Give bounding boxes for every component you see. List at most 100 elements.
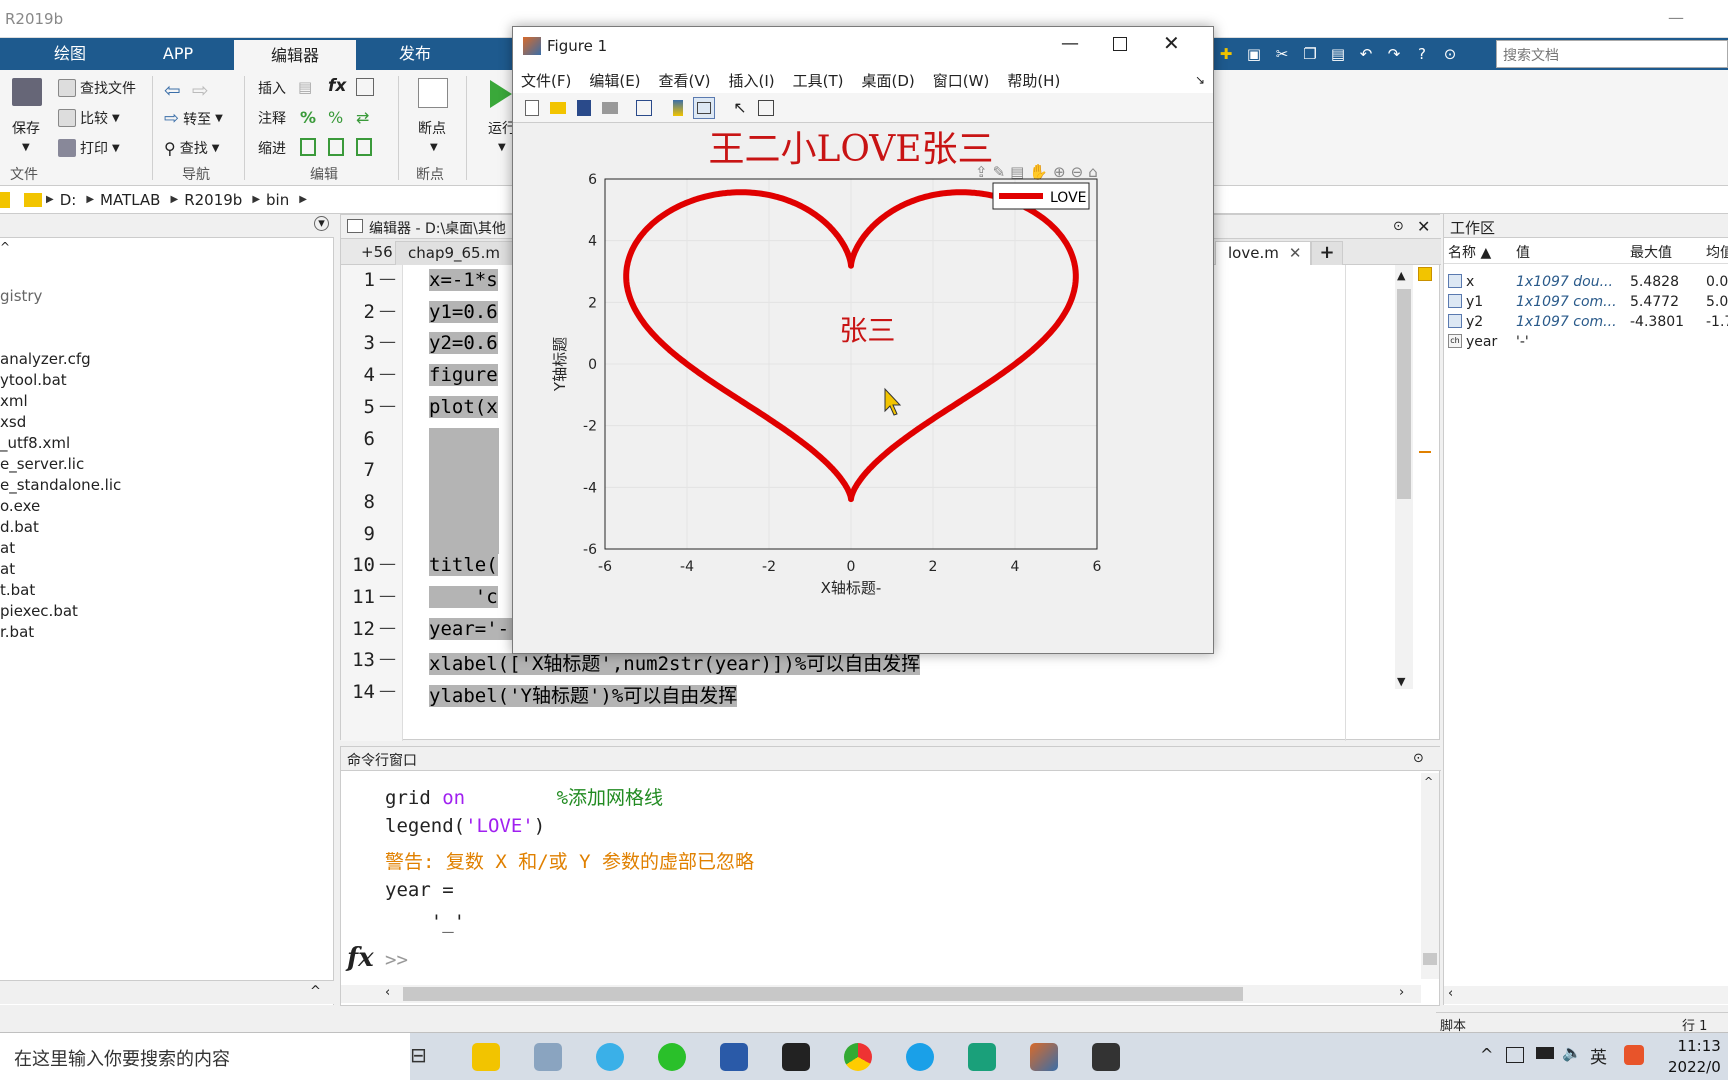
compare-button[interactable]: 比较 ▼ [58,108,120,128]
menu-help[interactable]: 帮助(H) [1007,70,1060,91]
menu-window[interactable]: 窗口(W) [933,70,990,91]
fx-icon[interactable]: fx [347,943,374,973]
column-header[interactable]: 最大值 [1630,242,1672,262]
list-item[interactable]: xml [0,391,121,412]
save-icon[interactable] [12,78,42,106]
breadcrumb-item[interactable]: D: [60,191,77,209]
paste-icon[interactable]: ▤ [1327,43,1349,65]
print-button[interactable]: 打印 ▼ [58,138,120,158]
insert-section-icon[interactable]: ▤ [298,78,312,96]
wechat-icon[interactable] [658,1043,686,1071]
legend[interactable]: LOVE [992,182,1090,210]
command-scrollbar[interactable]: ^ [1421,773,1439,979]
dock-arrow-icon[interactable]: ↘ [1195,73,1205,87]
run-icon[interactable] [490,80,512,108]
close-icon[interactable]: ✕ [1289,244,1302,262]
breakpoint-marker[interactable]: — [379,332,396,352]
taskbar-search[interactable]: 在这里输入你要搜索的内容 [0,1033,410,1080]
table-row[interactable]: y1 1x1097 com... 5.4772 5.0 [1444,292,1728,312]
chevron-down-icon[interactable]: ▼ [430,142,438,153]
video-editor-icon[interactable] [782,1043,810,1071]
close-button[interactable]: ✕ [1163,31,1180,55]
breakpoint-marker[interactable]: — [379,364,396,384]
list-item[interactable] [0,328,121,349]
tray-app-icon[interactable] [1506,1047,1524,1063]
breakpoints-icon[interactable] [418,78,448,108]
clock[interactable]: 11:13 2022/0 [1668,1036,1721,1078]
breakpoint-marker[interactable]: — [379,618,396,638]
back-arrow-icon[interactable]: ⇦ [164,78,181,102]
breadcrumb-item[interactable]: bin [266,191,289,209]
menu-view[interactable]: 查看(V) [659,70,711,91]
help-icon[interactable]: ? [1411,43,1433,65]
photos-icon[interactable] [534,1043,562,1071]
list-item[interactable]: piexec.bat [0,601,121,622]
code-line[interactable]: plot(x [429,395,498,418]
print-icon[interactable] [599,97,621,119]
task-view-icon[interactable]: ⊟ [410,1043,438,1071]
workspace-hscrollbar[interactable]: ‹ [1444,986,1728,1004]
pointer-icon[interactable]: ↖ [729,97,751,119]
chevron-right-icon[interactable]: › [1399,985,1404,1000]
add-icon[interactable]: ✚ [1215,43,1237,65]
new-tab-button[interactable]: + [1311,241,1343,265]
legend-icon[interactable] [693,96,715,119]
comment-button[interactable]: 注释 [258,108,286,128]
goto-button[interactable]: ⇨ 转至 ▼ [164,108,223,129]
list-item[interactable]: t.bat [0,580,121,601]
list-item[interactable]: e_standalone.lic [0,475,121,496]
list-item[interactable]: e_server.lic [0,454,121,475]
list-item[interactable]: o.exe [0,496,121,517]
smart-indent-icon[interactable] [300,138,316,156]
save-icon[interactable]: ▣ [1243,43,1265,65]
tab-plots[interactable]: 绘图 [30,38,110,70]
maximize-button[interactable] [1113,37,1127,51]
plot-canvas[interactable]: -6 -4 -2 0 2 4 6 -6 -4 -2 0 2 4 6 王二小LOVE张三 X轴标题- Y轴标… [513,123,1213,653]
3d-app-icon[interactable] [968,1043,996,1071]
indent-more-icon[interactable] [328,138,344,156]
minimize-button[interactable]: — [1061,33,1079,54]
column-header[interactable]: 值 [1516,242,1530,262]
panel-options-icon[interactable]: ⊙ [1413,751,1424,766]
file-explorer-icon[interactable] [472,1043,500,1071]
breakpoint-marker[interactable]: — [379,301,396,321]
scroll-thumb[interactable] [1397,289,1411,499]
breakpoint-marker[interactable]: — [379,681,396,701]
copy-icon[interactable]: ❐ [1299,43,1321,65]
menu-insert[interactable]: 插入(I) [729,70,775,91]
wrap-comment-icon[interactable]: ⇄ [356,108,369,127]
chevron-up-icon[interactable]: ^ [1424,775,1433,788]
menu-file[interactable]: 文件(F) [521,70,571,91]
tab-editor[interactable]: 编辑器 [234,38,356,70]
breakpoint-marker[interactable]: — [379,554,396,574]
table-row[interactable]: x 1x1097 dou... 5.4828 0.00 [1444,272,1728,292]
breakpoint-marker[interactable]: — [379,269,396,289]
list-item[interactable]: _utf8.xml [0,433,121,454]
code-line[interactable]: ylabel('Y轴标题')%可以自由发挥 [429,681,738,708]
battery-icon[interactable] [1536,1047,1554,1059]
forward-arrow-icon[interactable]: ⇨ [192,78,209,102]
word-icon[interactable] [720,1043,748,1071]
list-item[interactable]: r.bat [0,622,121,643]
list-item[interactable]: analyzer.cfg [0,349,121,370]
sogou-icon[interactable] [1624,1045,1644,1065]
menu-edit[interactable]: 编辑(E) [589,70,640,91]
chevron-up-icon[interactable]: ^ [310,984,321,999]
chevron-left-icon[interactable]: ‹ [385,985,390,1000]
tab-apps[interactable]: APP [128,38,228,70]
insert-button[interactable]: 插入 [258,78,286,98]
cut-icon[interactable]: ✂ [1271,43,1293,65]
redo-icon[interactable]: ↷ [1383,43,1405,65]
chevron-up-icon[interactable]: ▲ [1397,269,1405,282]
tab-chap9[interactable]: chap9_65.m [395,241,513,265]
breakpoint-marker[interactable]: — [379,649,396,669]
volume-icon[interactable]: 🔈 [1562,1043,1582,1062]
code-line[interactable]: figure [429,364,498,387]
open-folder-icon[interactable] [547,97,569,119]
percent-icon[interactable]: % [300,108,316,127]
close-icon[interactable]: ✕ [1417,217,1430,236]
code-line[interactable]: title( [429,554,498,577]
list-item[interactable]: d.bat [0,517,121,538]
bilibili-icon[interactable] [1092,1043,1120,1071]
options-icon[interactable]: ⊙ [1439,43,1461,65]
